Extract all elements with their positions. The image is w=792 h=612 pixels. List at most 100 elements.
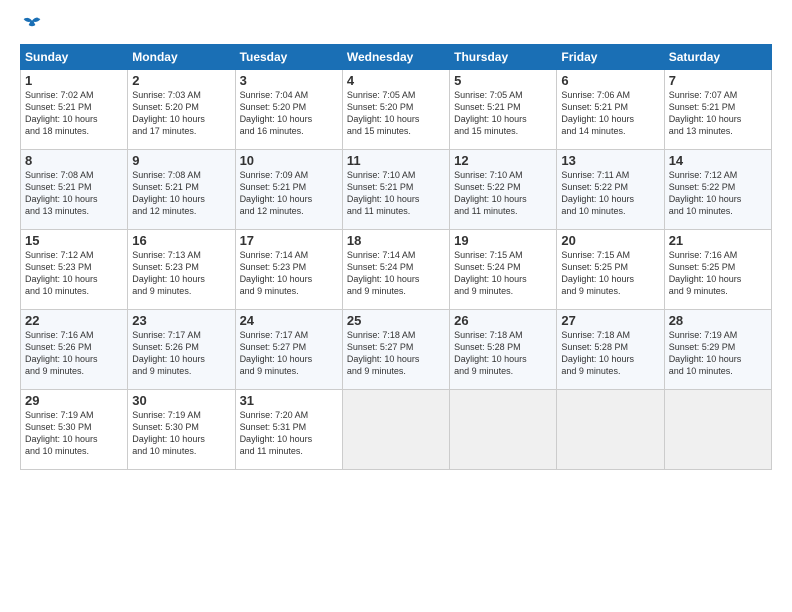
day-info: Sunrise: 7:08 AM Sunset: 5:21 PM Dayligh…: [132, 169, 230, 218]
calendar-day-cell: 23Sunrise: 7:17 AM Sunset: 5:26 PM Dayli…: [128, 310, 235, 390]
day-number: 12: [454, 153, 552, 168]
calendar-day-cell: 14Sunrise: 7:12 AM Sunset: 5:22 PM Dayli…: [664, 150, 771, 230]
day-number: 11: [347, 153, 445, 168]
day-number: 14: [669, 153, 767, 168]
calendar-week-row: 15Sunrise: 7:12 AM Sunset: 5:23 PM Dayli…: [21, 230, 772, 310]
calendar-day-cell: 15Sunrise: 7:12 AM Sunset: 5:23 PM Dayli…: [21, 230, 128, 310]
calendar-day-cell: [450, 390, 557, 470]
calendar-header-cell: Monday: [128, 45, 235, 70]
day-info: Sunrise: 7:05 AM Sunset: 5:21 PM Dayligh…: [454, 89, 552, 138]
calendar-day-cell: 10Sunrise: 7:09 AM Sunset: 5:21 PM Dayli…: [235, 150, 342, 230]
day-info: Sunrise: 7:12 AM Sunset: 5:22 PM Dayligh…: [669, 169, 767, 218]
calendar-week-row: 29Sunrise: 7:19 AM Sunset: 5:30 PM Dayli…: [21, 390, 772, 470]
day-info: Sunrise: 7:14 AM Sunset: 5:23 PM Dayligh…: [240, 249, 338, 298]
day-info: Sunrise: 7:16 AM Sunset: 5:26 PM Dayligh…: [25, 329, 123, 378]
calendar-day-cell: 21Sunrise: 7:16 AM Sunset: 5:25 PM Dayli…: [664, 230, 771, 310]
header: [20, 16, 772, 34]
day-info: Sunrise: 7:15 AM Sunset: 5:24 PM Dayligh…: [454, 249, 552, 298]
calendar-table: SundayMondayTuesdayWednesdayThursdayFrid…: [20, 44, 772, 470]
day-number: 13: [561, 153, 659, 168]
calendar-day-cell: 26Sunrise: 7:18 AM Sunset: 5:28 PM Dayli…: [450, 310, 557, 390]
day-info: Sunrise: 7:04 AM Sunset: 5:20 PM Dayligh…: [240, 89, 338, 138]
calendar-header-cell: Saturday: [664, 45, 771, 70]
calendar-day-cell: 5Sunrise: 7:05 AM Sunset: 5:21 PM Daylig…: [450, 70, 557, 150]
day-info: Sunrise: 7:11 AM Sunset: 5:22 PM Dayligh…: [561, 169, 659, 218]
day-info: Sunrise: 7:02 AM Sunset: 5:21 PM Dayligh…: [25, 89, 123, 138]
day-info: Sunrise: 7:07 AM Sunset: 5:21 PM Dayligh…: [669, 89, 767, 138]
calendar-body: 1Sunrise: 7:02 AM Sunset: 5:21 PM Daylig…: [21, 70, 772, 470]
day-number: 30: [132, 393, 230, 408]
calendar-day-cell: 25Sunrise: 7:18 AM Sunset: 5:27 PM Dayli…: [342, 310, 449, 390]
page: SundayMondayTuesdayWednesdayThursdayFrid…: [0, 0, 792, 612]
day-number: 1: [25, 73, 123, 88]
calendar-day-cell: 29Sunrise: 7:19 AM Sunset: 5:30 PM Dayli…: [21, 390, 128, 470]
calendar-header-cell: Tuesday: [235, 45, 342, 70]
calendar-day-cell: 18Sunrise: 7:14 AM Sunset: 5:24 PM Dayli…: [342, 230, 449, 310]
calendar-day-cell: 17Sunrise: 7:14 AM Sunset: 5:23 PM Dayli…: [235, 230, 342, 310]
day-number: 19: [454, 233, 552, 248]
calendar-day-cell: 31Sunrise: 7:20 AM Sunset: 5:31 PM Dayli…: [235, 390, 342, 470]
calendar-day-cell: 8Sunrise: 7:08 AM Sunset: 5:21 PM Daylig…: [21, 150, 128, 230]
day-number: 20: [561, 233, 659, 248]
day-info: Sunrise: 7:05 AM Sunset: 5:20 PM Dayligh…: [347, 89, 445, 138]
day-number: 16: [132, 233, 230, 248]
day-info: Sunrise: 7:17 AM Sunset: 5:26 PM Dayligh…: [132, 329, 230, 378]
day-number: 24: [240, 313, 338, 328]
day-number: 28: [669, 313, 767, 328]
calendar-day-cell: 27Sunrise: 7:18 AM Sunset: 5:28 PM Dayli…: [557, 310, 664, 390]
calendar-day-cell: 28Sunrise: 7:19 AM Sunset: 5:29 PM Dayli…: [664, 310, 771, 390]
calendar-header-row: SundayMondayTuesdayWednesdayThursdayFrid…: [21, 45, 772, 70]
calendar-day-cell: 19Sunrise: 7:15 AM Sunset: 5:24 PM Dayli…: [450, 230, 557, 310]
day-info: Sunrise: 7:18 AM Sunset: 5:27 PM Dayligh…: [347, 329, 445, 378]
calendar-day-cell: 11Sunrise: 7:10 AM Sunset: 5:21 PM Dayli…: [342, 150, 449, 230]
calendar-day-cell: 20Sunrise: 7:15 AM Sunset: 5:25 PM Dayli…: [557, 230, 664, 310]
day-number: 5: [454, 73, 552, 88]
day-info: Sunrise: 7:06 AM Sunset: 5:21 PM Dayligh…: [561, 89, 659, 138]
day-number: 10: [240, 153, 338, 168]
day-number: 6: [561, 73, 659, 88]
day-number: 2: [132, 73, 230, 88]
day-number: 3: [240, 73, 338, 88]
calendar-header-cell: Wednesday: [342, 45, 449, 70]
calendar-header-cell: Thursday: [450, 45, 557, 70]
day-number: 25: [347, 313, 445, 328]
calendar-day-cell: 7Sunrise: 7:07 AM Sunset: 5:21 PM Daylig…: [664, 70, 771, 150]
calendar-header-cell: Sunday: [21, 45, 128, 70]
calendar-day-cell: 30Sunrise: 7:19 AM Sunset: 5:30 PM Dayli…: [128, 390, 235, 470]
logo-bird-icon: [22, 16, 42, 34]
calendar-day-cell: 2Sunrise: 7:03 AM Sunset: 5:20 PM Daylig…: [128, 70, 235, 150]
day-info: Sunrise: 7:10 AM Sunset: 5:22 PM Dayligh…: [454, 169, 552, 218]
calendar-day-cell: [557, 390, 664, 470]
day-info: Sunrise: 7:10 AM Sunset: 5:21 PM Dayligh…: [347, 169, 445, 218]
day-info: Sunrise: 7:19 AM Sunset: 5:30 PM Dayligh…: [25, 409, 123, 458]
calendar-day-cell: 24Sunrise: 7:17 AM Sunset: 5:27 PM Dayli…: [235, 310, 342, 390]
day-info: Sunrise: 7:12 AM Sunset: 5:23 PM Dayligh…: [25, 249, 123, 298]
calendar-day-cell: 4Sunrise: 7:05 AM Sunset: 5:20 PM Daylig…: [342, 70, 449, 150]
day-number: 7: [669, 73, 767, 88]
day-number: 4: [347, 73, 445, 88]
calendar-day-cell: 3Sunrise: 7:04 AM Sunset: 5:20 PM Daylig…: [235, 70, 342, 150]
day-info: Sunrise: 7:19 AM Sunset: 5:30 PM Dayligh…: [132, 409, 230, 458]
day-info: Sunrise: 7:19 AM Sunset: 5:29 PM Dayligh…: [669, 329, 767, 378]
calendar-day-cell: 16Sunrise: 7:13 AM Sunset: 5:23 PM Dayli…: [128, 230, 235, 310]
day-info: Sunrise: 7:18 AM Sunset: 5:28 PM Dayligh…: [561, 329, 659, 378]
calendar-day-cell: 22Sunrise: 7:16 AM Sunset: 5:26 PM Dayli…: [21, 310, 128, 390]
day-number: 26: [454, 313, 552, 328]
calendar-week-row: 8Sunrise: 7:08 AM Sunset: 5:21 PM Daylig…: [21, 150, 772, 230]
day-info: Sunrise: 7:15 AM Sunset: 5:25 PM Dayligh…: [561, 249, 659, 298]
calendar-day-cell: 6Sunrise: 7:06 AM Sunset: 5:21 PM Daylig…: [557, 70, 664, 150]
day-number: 21: [669, 233, 767, 248]
calendar-day-cell: 13Sunrise: 7:11 AM Sunset: 5:22 PM Dayli…: [557, 150, 664, 230]
calendar-week-row: 22Sunrise: 7:16 AM Sunset: 5:26 PM Dayli…: [21, 310, 772, 390]
calendar-day-cell: 9Sunrise: 7:08 AM Sunset: 5:21 PM Daylig…: [128, 150, 235, 230]
day-info: Sunrise: 7:13 AM Sunset: 5:23 PM Dayligh…: [132, 249, 230, 298]
day-info: Sunrise: 7:08 AM Sunset: 5:21 PM Dayligh…: [25, 169, 123, 218]
calendar-day-cell: 12Sunrise: 7:10 AM Sunset: 5:22 PM Dayli…: [450, 150, 557, 230]
day-info: Sunrise: 7:03 AM Sunset: 5:20 PM Dayligh…: [132, 89, 230, 138]
logo: [20, 16, 42, 34]
day-info: Sunrise: 7:17 AM Sunset: 5:27 PM Dayligh…: [240, 329, 338, 378]
day-number: 29: [25, 393, 123, 408]
day-number: 18: [347, 233, 445, 248]
day-number: 27: [561, 313, 659, 328]
day-info: Sunrise: 7:16 AM Sunset: 5:25 PM Dayligh…: [669, 249, 767, 298]
